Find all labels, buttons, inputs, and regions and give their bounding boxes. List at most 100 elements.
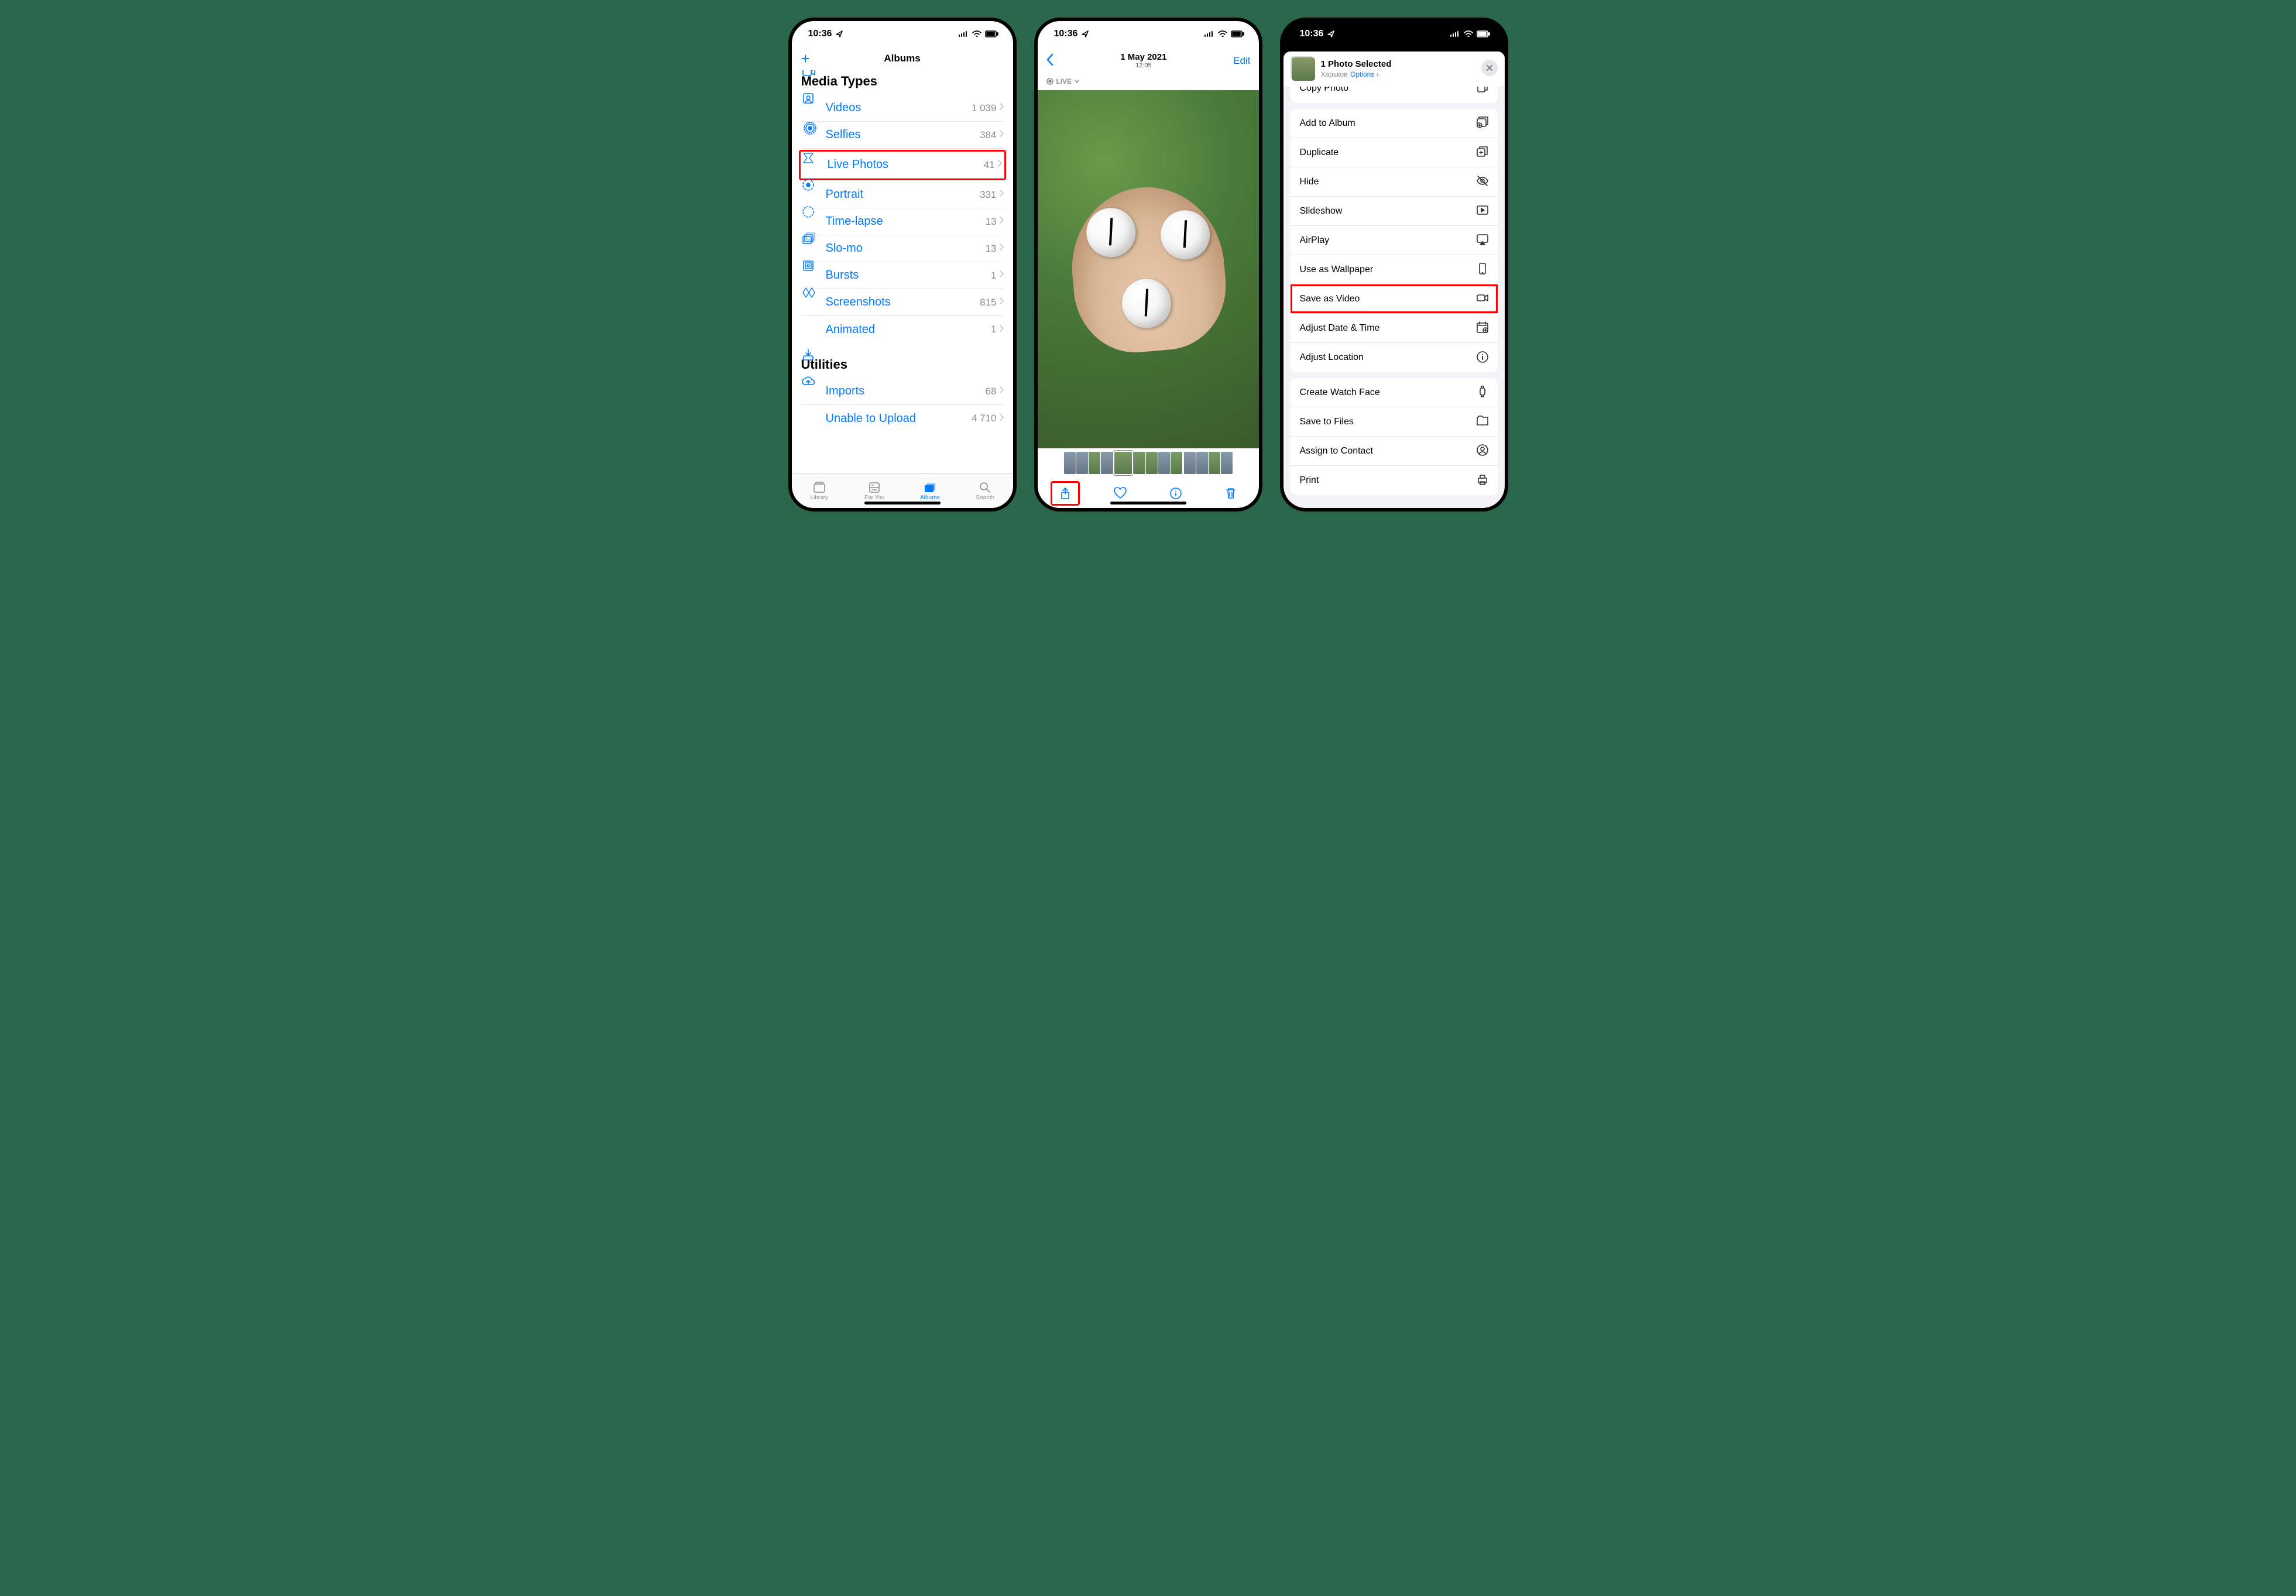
files-icon: [1475, 414, 1488, 430]
row-count: 41: [984, 159, 995, 171]
photo-time: 12:05: [1120, 62, 1166, 69]
album-row-live-photos[interactable]: Live Photos 41: [803, 152, 1002, 179]
chevron-right-icon: [999, 216, 1004, 227]
action-slideshow[interactable]: Slideshow: [1291, 197, 1498, 226]
slideshow-icon: [1475, 203, 1488, 219]
status-icons: [1204, 30, 1245, 37]
section-utilities: Utilities: [801, 357, 1004, 372]
live-icon: [1046, 77, 1054, 85]
share-options-link[interactable]: Options ›: [1350, 70, 1379, 78]
home-indicator: [1110, 502, 1186, 504]
album-row-videos[interactable]: Videos 1 039: [801, 95, 1004, 122]
nav-title: Albums: [884, 53, 920, 64]
thumbnail-strip[interactable]: [1038, 448, 1259, 478]
adjloc-icon: [1475, 350, 1488, 366]
chevron-right-icon: [999, 270, 1004, 281]
row-label: Unable to Upload: [826, 412, 972, 425]
action-duplicate[interactable]: Duplicate: [1291, 138, 1498, 167]
tab-library[interactable]: Library: [792, 473, 847, 508]
album-row-unable-to-upload[interactable]: Unable to Upload 4 710: [801, 405, 1004, 432]
album-row-animated[interactable]: Animated 1: [801, 316, 1004, 343]
home-indicator: [864, 502, 941, 504]
action-save-as-video[interactable]: Save as Video: [1291, 284, 1498, 314]
status-time: 10:36: [1300, 29, 1324, 39]
location-icon: [1081, 30, 1089, 38]
chevron-right-icon: [997, 159, 1002, 170]
action-add-to-album[interactable]: Add to Album: [1291, 109, 1498, 138]
row-label: Bursts: [826, 269, 991, 282]
action-adjust-date-time[interactable]: Adjust Date & Time: [1291, 314, 1498, 343]
back-button[interactable]: [1046, 52, 1054, 70]
edit-button[interactable]: Edit: [1233, 55, 1250, 67]
battery-icon: [1477, 30, 1491, 37]
share-button[interactable]: [1051, 481, 1080, 506]
action-save-to-files[interactable]: Save to Files: [1291, 407, 1498, 437]
wifi-icon: [1464, 30, 1473, 37]
album-row-screenshots[interactable]: Screenshots 815: [801, 289, 1004, 316]
wifi-icon: [972, 30, 981, 37]
print-icon: [1475, 473, 1488, 489]
close-button[interactable]: [1481, 60, 1498, 76]
album-row-selfies[interactable]: Selfies 384: [801, 122, 1004, 149]
photo-nav: 1 May 2021 12:05 Edit: [1038, 47, 1259, 75]
row-count: 1: [991, 270, 996, 282]
status-bar: 10:36: [792, 21, 1013, 47]
share-title: 1 Photo Selected: [1321, 59, 1392, 69]
chevron-right-icon: [999, 189, 1004, 200]
action-create-watch-face[interactable]: Create Watch Face: [1291, 378, 1498, 407]
chevron-right-icon: [999, 129, 1004, 140]
action-assign-to-contact[interactable]: Assign to Contact: [1291, 437, 1498, 466]
share-thumbnail: [1292, 57, 1315, 81]
add-button[interactable]: +: [801, 50, 810, 68]
phone-share-sheet: 10:36 1 Photo Selected Харьков Options ›: [1280, 18, 1508, 512]
photo-viewport[interactable]: [1038, 90, 1259, 448]
share-actions-list: Copy Photo Add to Album Duplicate Hide S…: [1283, 87, 1505, 508]
battery-icon: [1231, 30, 1245, 37]
action-hide[interactable]: Hide: [1291, 167, 1498, 197]
addalbum-icon: [1475, 115, 1488, 131]
album-row-bursts[interactable]: Bursts 1: [801, 262, 1004, 289]
status-icons: [958, 30, 999, 37]
delete-button[interactable]: [1216, 481, 1245, 506]
phone-albums: 10:36 + Albums Media Types Videos 1 039 …: [788, 18, 1017, 512]
row-count: 13: [986, 243, 997, 255]
status-time: 10:36: [1054, 29, 1078, 39]
row-label: Imports: [826, 385, 986, 398]
chevron-right-icon: [999, 102, 1004, 114]
action-copy-photo[interactable]: Copy Photo: [1291, 87, 1498, 103]
action-airplay[interactable]: AirPlay: [1291, 226, 1498, 255]
section-media-types: Media Types: [801, 74, 1004, 89]
watch-icon: [1475, 385, 1488, 400]
row-count: 13: [986, 216, 997, 228]
action-adjust-location[interactable]: Adjust Location: [1291, 343, 1498, 372]
nav-bar: + Albums: [792, 47, 1013, 70]
row-count: 4 710: [972, 413, 997, 424]
upload-icon: [801, 410, 818, 427]
action-print[interactable]: Print: [1291, 466, 1498, 495]
contact-icon: [1475, 443, 1488, 459]
action-use-as-wallpaper[interactable]: Use as Wallpaper: [1291, 255, 1498, 284]
row-label: Portrait: [826, 188, 980, 201]
share-header: 1 Photo Selected Харьков Options ›: [1283, 52, 1505, 87]
chevron-right-icon: [999, 413, 1004, 424]
adjdate-icon: [1475, 320, 1488, 336]
animated-icon: [801, 321, 818, 338]
chevron-right-icon: [999, 324, 1004, 335]
album-row-time-lapse[interactable]: Time-lapse 13: [801, 208, 1004, 235]
battery-icon: [985, 30, 999, 37]
album-row-slo-mo[interactable]: Slo-mo 13: [801, 235, 1004, 262]
chevron-right-icon: [999, 297, 1004, 308]
live-badge[interactable]: LIVE: [1038, 75, 1259, 90]
status-bar: 10:36: [1283, 21, 1505, 47]
phone-photo-detail: 10:36 1 May 2021 12:05 Edit LIVE: [1034, 18, 1262, 512]
album-row-imports[interactable]: Imports 68: [801, 378, 1004, 405]
row-count: 1: [991, 324, 996, 335]
status-icons: [1450, 30, 1491, 37]
row-count: 1 039: [972, 102, 997, 114]
close-icon: [1486, 64, 1493, 71]
chevron-right-icon: [999, 243, 1004, 254]
row-label: Selfies: [826, 128, 980, 142]
tab-search[interactable]: Search: [957, 473, 1013, 508]
album-row-portrait[interactable]: Portrait 331: [801, 181, 1004, 208]
airplay-icon: [1475, 232, 1488, 248]
